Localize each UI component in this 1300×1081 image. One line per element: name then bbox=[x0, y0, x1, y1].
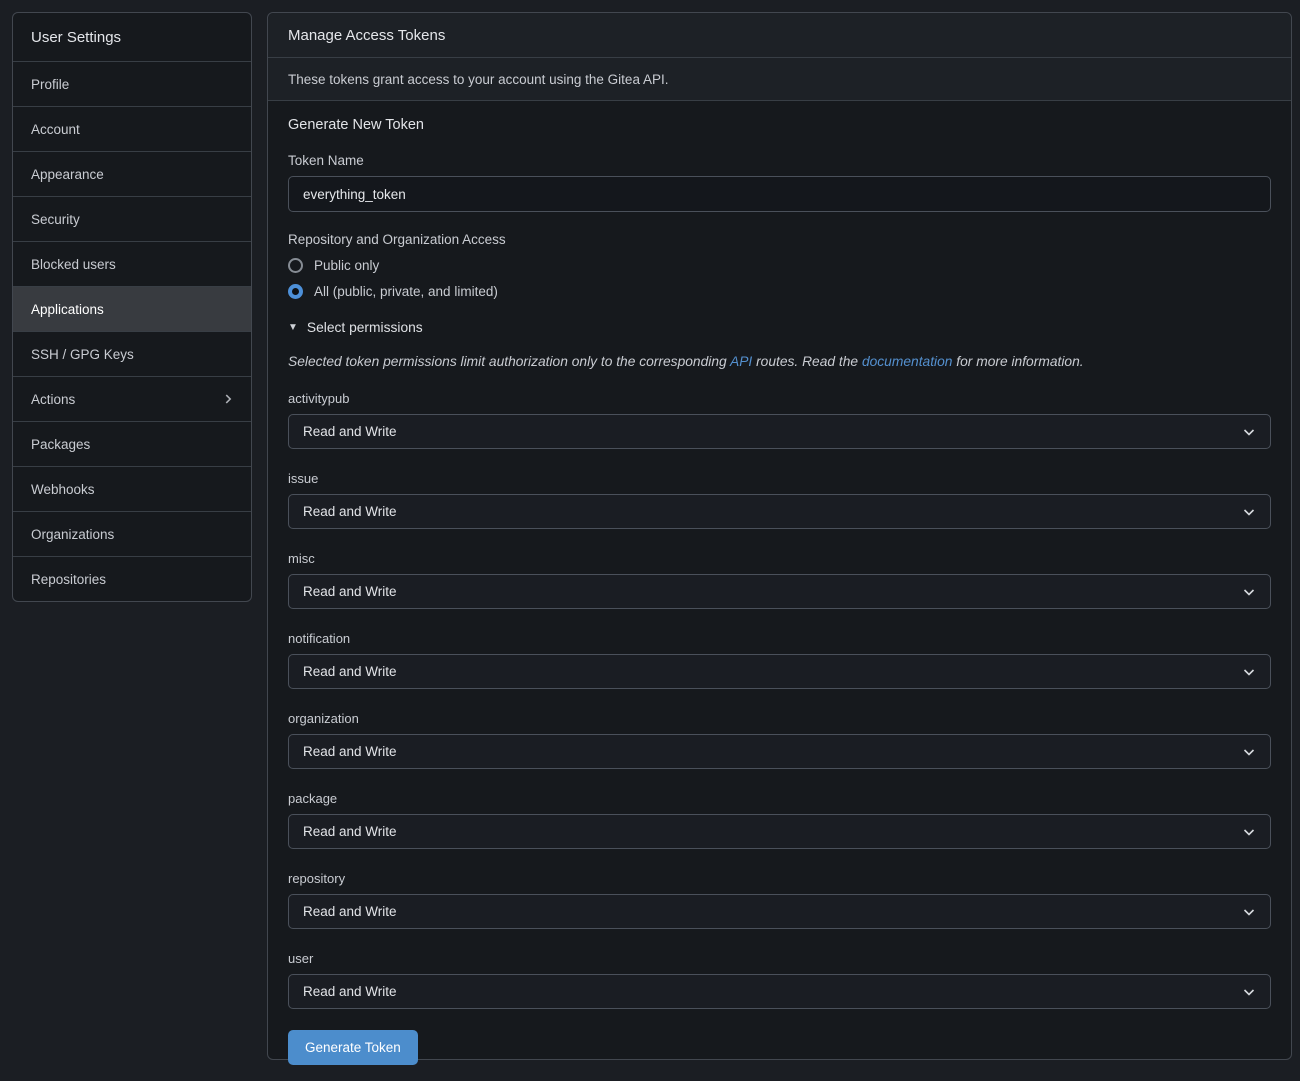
radio-selected-icon bbox=[288, 284, 303, 299]
access-scope-label: Repository and Organization Access bbox=[288, 232, 1271, 247]
chevron-down-icon bbox=[1241, 664, 1257, 680]
chevron-down-icon bbox=[1241, 824, 1257, 840]
chevron-down-icon bbox=[1241, 584, 1257, 600]
perm-label-user: user bbox=[288, 951, 1271, 966]
perm-select-misc[interactable]: Read and Write bbox=[288, 574, 1271, 609]
perm-select-user[interactable]: Read and Write bbox=[288, 974, 1271, 1009]
chevron-down-icon bbox=[1241, 504, 1257, 520]
perm-label-repository: repository bbox=[288, 871, 1271, 886]
generate-new-token-heading: Generate New Token bbox=[288, 117, 1271, 133]
chevron-down-icon bbox=[1241, 984, 1257, 1000]
sidebar-item-webhooks[interactable]: Webhooks bbox=[13, 466, 251, 511]
chevron-down-icon bbox=[1241, 904, 1257, 920]
sidebar-item-actions[interactable]: Actions bbox=[13, 376, 251, 421]
caret-down-icon: ▼ bbox=[288, 323, 298, 333]
perm-select-organization[interactable]: Read and Write bbox=[288, 734, 1271, 769]
chevron-down-icon bbox=[1241, 744, 1257, 760]
sidebar-item-account[interactable]: Account bbox=[13, 106, 251, 151]
permissions-note: Selected token permissions limit authori… bbox=[288, 354, 1271, 369]
perm-select-notification[interactable]: Read and Write bbox=[288, 654, 1271, 689]
api-link[interactable]: API bbox=[730, 354, 752, 369]
perm-label-organization: organization bbox=[288, 711, 1271, 726]
perm-select-activitypub[interactable]: Read and Write bbox=[288, 414, 1271, 449]
panel-description: These tokens grant access to your accoun… bbox=[268, 57, 1291, 101]
generate-token-button[interactable]: Generate Token bbox=[288, 1030, 418, 1065]
panel-title: Manage Access Tokens bbox=[268, 13, 1291, 57]
sidebar-item-repositories[interactable]: Repositories bbox=[13, 556, 251, 601]
sidebar-item-security[interactable]: Security bbox=[13, 196, 251, 241]
radio-all-access[interactable]: All (public, private, and limited) bbox=[288, 284, 1271, 299]
perm-label-notification: notification bbox=[288, 631, 1271, 646]
sidebar-item-organizations[interactable]: Organizations bbox=[13, 511, 251, 556]
radio-public-only-label: Public only bbox=[314, 258, 379, 273]
perm-label-activitypub: activitypub bbox=[288, 391, 1271, 406]
documentation-link[interactable]: documentation bbox=[862, 354, 953, 369]
generate-token-form: Generate New Token Token Name Repository… bbox=[268, 101, 1291, 1081]
chevron-right-icon bbox=[221, 392, 235, 406]
manage-access-tokens-panel: Manage Access Tokens These tokens grant … bbox=[267, 12, 1292, 1060]
settings-sidebar: User Settings Profile Account Appearance… bbox=[12, 12, 252, 602]
perm-label-package: package bbox=[288, 791, 1271, 806]
sidebar-title: User Settings bbox=[13, 13, 251, 61]
sidebar-item-packages[interactable]: Packages bbox=[13, 421, 251, 466]
token-name-label: Token Name bbox=[288, 153, 1271, 168]
select-permissions-label: Select permissions bbox=[307, 320, 423, 335]
select-permissions-toggle[interactable]: ▼ Select permissions bbox=[288, 320, 1271, 335]
radio-unselected-icon bbox=[288, 258, 303, 273]
perm-label-issue: issue bbox=[288, 471, 1271, 486]
perm-label-misc: misc bbox=[288, 551, 1271, 566]
sidebar-item-ssh-gpg-keys[interactable]: SSH / GPG Keys bbox=[13, 331, 251, 376]
token-name-input[interactable] bbox=[288, 176, 1271, 212]
perm-select-repository[interactable]: Read and Write bbox=[288, 894, 1271, 929]
perm-select-issue[interactable]: Read and Write bbox=[288, 494, 1271, 529]
sidebar-item-blocked-users[interactable]: Blocked users bbox=[13, 241, 251, 286]
sidebar-item-applications[interactable]: Applications bbox=[13, 286, 251, 331]
chevron-down-icon bbox=[1241, 424, 1257, 440]
sidebar-item-profile[interactable]: Profile bbox=[13, 61, 251, 106]
perm-select-package[interactable]: Read and Write bbox=[288, 814, 1271, 849]
radio-all-access-label: All (public, private, and limited) bbox=[314, 284, 498, 299]
radio-public-only[interactable]: Public only bbox=[288, 258, 1271, 273]
sidebar-item-appearance[interactable]: Appearance bbox=[13, 151, 251, 196]
